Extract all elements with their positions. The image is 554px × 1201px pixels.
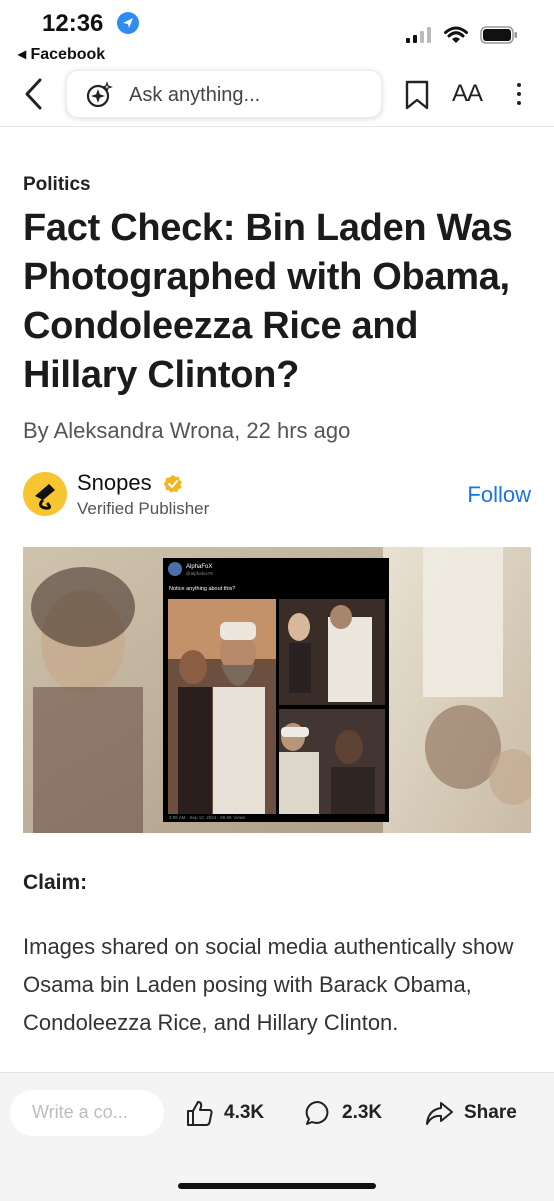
verified-badge-icon xyxy=(163,475,182,493)
system-icons xyxy=(406,26,518,44)
claim-text: Images shared on social media authentica… xyxy=(23,934,514,1035)
battery-icon xyxy=(480,26,517,44)
ai-sparkle-icon xyxy=(86,81,113,108)
share-button[interactable]: Share xyxy=(424,1099,517,1127)
tweet-text: Notice anything about this? xyxy=(169,586,235,592)
hero-collage: AlphaFoX @alphafox79 Notice anything abo… xyxy=(23,547,531,833)
status-bar: 12:36 ◂ Facebook xyxy=(0,0,554,66)
share-arrow-icon xyxy=(426,1102,453,1125)
ask-anything-search-field[interactable]: Ask anything... xyxy=(66,70,382,118)
publisher-name[interactable]: Snopes xyxy=(77,470,152,496)
comment-bubble-icon xyxy=(305,1100,329,1125)
bookmark-icon[interactable] xyxy=(404,80,430,110)
comment-placeholder: Write a co... xyxy=(32,1102,128,1122)
comment-count: 2.3K xyxy=(342,1102,383,1123)
browser-toolbar: Ask anything... AA xyxy=(0,66,554,127)
snopes-logo-icon[interactable] xyxy=(23,472,67,516)
cellular-signal-icon xyxy=(406,27,431,43)
publisher-subtitle: Verified Publisher xyxy=(77,499,210,518)
comment-input[interactable]: Write a co... xyxy=(10,1090,164,1136)
claim-heading: Claim: xyxy=(23,871,88,894)
back-chevron-icon[interactable] xyxy=(20,76,48,112)
article-category[interactable]: Politics xyxy=(23,174,91,196)
wifi-icon xyxy=(444,26,468,43)
tweet-account: AlphaFoX xyxy=(186,564,212,570)
thumbs-up-icon xyxy=(187,1101,213,1126)
comments-button[interactable]: 2.3K xyxy=(304,1099,382,1127)
bottom-action-bar: Write a co... 4.3K 2.3K Share xyxy=(0,1072,554,1201)
article-hero-image[interactable]: AlphaFoX @alphafox79 Notice anything abo… xyxy=(23,547,531,833)
tweet-handle: @alphafox79 xyxy=(186,571,213,576)
follow-button[interactable]: Follow xyxy=(467,482,531,508)
back-to-app-link[interactable]: ◂ Facebook xyxy=(18,44,105,64)
tweet-footer: 3:06 AM · Sep 12, 2024 · 65.6K Views xyxy=(169,815,246,820)
location-icon xyxy=(117,12,139,34)
more-options-icon[interactable] xyxy=(512,80,526,108)
home-indicator[interactable] xyxy=(178,1183,376,1189)
like-count: 4.3K xyxy=(224,1102,265,1123)
clock: 12:36 xyxy=(42,10,104,37)
publisher-row: Snopes Verified Publisher Follow xyxy=(23,468,533,522)
article-byline: By Aleksandra Wrona, 22 hrs ago xyxy=(23,418,351,443)
search-placeholder: Ask anything... xyxy=(129,84,261,106)
text-size-button[interactable]: AA xyxy=(452,80,483,108)
share-label: Share xyxy=(464,1102,517,1123)
article-headline: Fact Check: Bin Laden Was Photographed w… xyxy=(23,207,513,396)
like-button[interactable]: 4.3K xyxy=(186,1099,264,1127)
